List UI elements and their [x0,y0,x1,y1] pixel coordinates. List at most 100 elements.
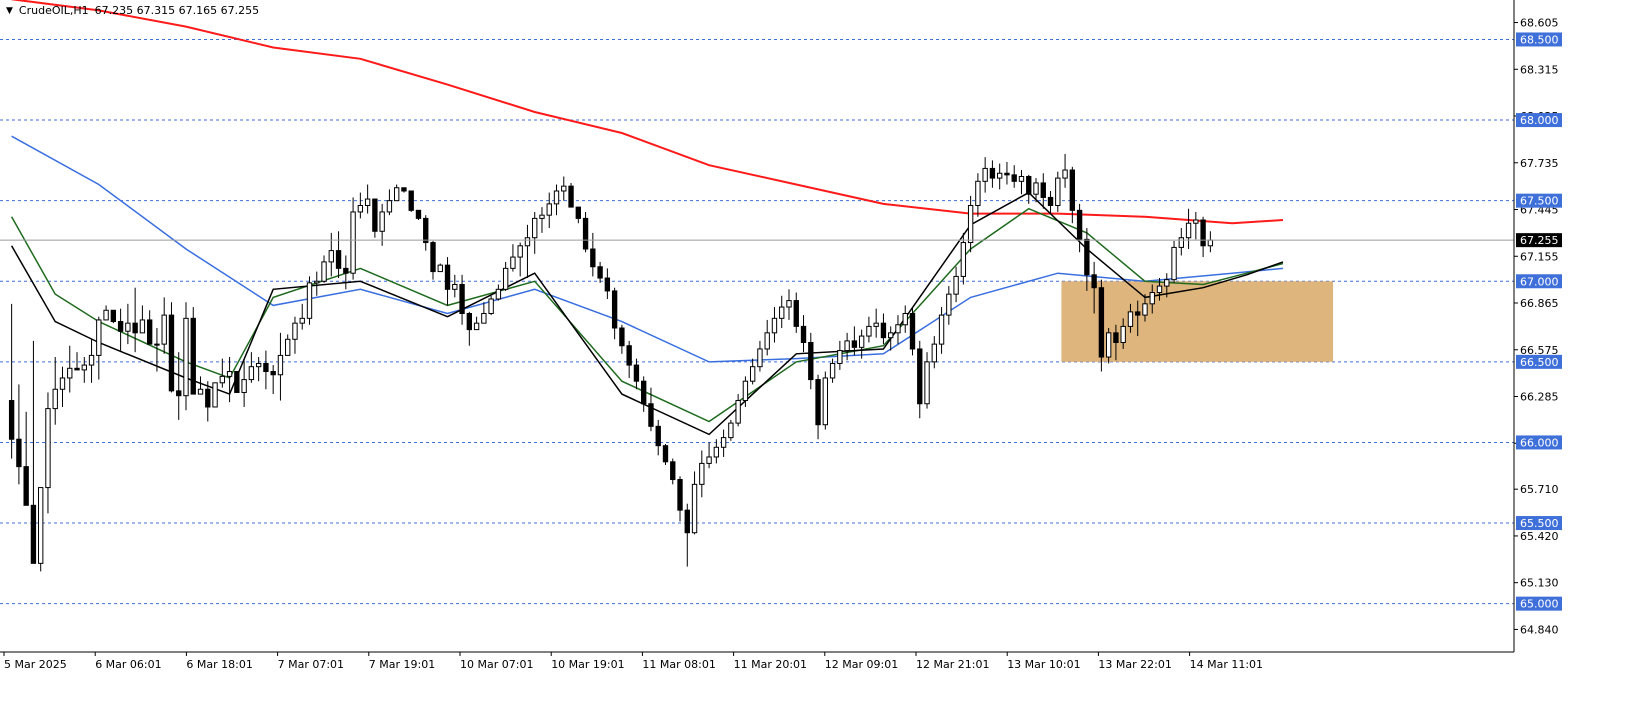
candle-body [52,388,58,410]
candle-body [735,400,741,424]
candle-body [314,280,320,284]
candle-body [321,261,327,282]
time-tick-label: 13 Mar 10:01 [1007,658,1080,671]
candle-body [633,364,640,382]
candle-body [212,382,218,408]
time-tick-label: 5 Mar 2025 [4,658,67,671]
candle-body [1026,175,1032,195]
price-tick-label: 68.315 [1520,63,1559,76]
candle-body [1135,311,1141,316]
price-tick-label: 66.865 [1520,297,1559,310]
candle-body [691,483,698,534]
candle-body [1004,172,1010,176]
candle-body [989,167,996,179]
candle-body [423,217,429,244]
dropdown-triangle-icon[interactable]: ▼ [6,6,13,16]
candle-body [1076,209,1083,240]
candle-body [328,250,334,263]
price-tick-label: 64.840 [1520,623,1559,636]
candle-body [728,422,734,439]
candle-body [873,322,879,327]
candle-body [364,198,371,206]
level-label: 68.500 [1520,33,1559,46]
candle-body [343,267,349,274]
price-chart[interactable]: 68.60568.31568.02567.73567.44567.15566.8… [0,0,1651,708]
candle-body [103,309,109,321]
candle-body [16,438,22,468]
candle-body [481,312,487,324]
candle-body [1011,174,1017,182]
candle-body [190,317,196,395]
candle-body [546,203,552,216]
candle-body [938,314,945,345]
candle-body [866,325,872,337]
time-tick-label: 10 Mar 07:01 [460,658,533,671]
candle-body [292,322,298,340]
candle-body [858,335,865,348]
candle-body [255,362,262,368]
candle-body [1055,177,1061,206]
candle-body [706,456,712,464]
candle-body [1040,182,1046,198]
price-tick-label: 66.285 [1520,391,1559,404]
candle-body [270,371,276,376]
candle-body [299,317,305,324]
candle-body [415,209,422,219]
candle-body [30,504,37,564]
candle-body [982,167,988,182]
candle-body [917,348,923,405]
candle-body [168,314,175,392]
candle-body [117,321,124,332]
candle-body [1062,169,1068,179]
ohlc-readout: 67.235 67.315 67.165 67.255 [94,4,260,17]
candle-body [67,367,73,379]
candle-body [1171,246,1177,281]
chart-header: ▼ CrudeOIL,H1 67.235 67.315 67.165 67.25… [6,4,259,17]
candle-body [946,293,952,316]
candle-body [604,277,611,292]
time-tick-label: 7 Mar 19:01 [369,658,435,671]
time-tick-label: 10 Mar 19:01 [551,658,624,671]
candle-body [386,200,393,213]
candle-body [713,446,720,458]
candle-body [975,180,981,206]
candle-body [590,248,596,268]
candle-body [779,306,785,319]
candle-body [401,187,407,192]
price-tick-label: 68.605 [1520,17,1559,30]
candle-body [829,362,836,379]
candle-body [1164,279,1170,287]
candle-body [45,408,51,489]
candle-body [561,185,567,192]
time-tick-label: 12 Mar 21:01 [916,658,989,671]
candle-body [205,388,211,408]
candle-body [23,466,29,506]
candle-body [1113,332,1119,344]
candle-body [466,312,473,331]
price-tick-label: 67.735 [1520,157,1559,170]
candle-body [641,380,647,405]
candle-body [553,190,560,205]
candle-body [720,437,727,448]
time-tick-label: 11 Mar 20:01 [734,658,807,671]
chart-canvas[interactable]: 68.60568.31568.02567.73567.44567.15566.8… [0,0,1651,708]
candle-body [234,371,240,393]
candle-body [1069,169,1076,211]
level-label: 65.500 [1520,517,1559,530]
candle-body [1142,303,1148,316]
candle-body [764,332,770,350]
candle-body [372,198,378,232]
candle-body [742,380,749,402]
candle-body [125,322,131,332]
candle-body [888,332,894,339]
candle-body [1105,332,1112,358]
candle-body [502,267,509,290]
level-label: 67.000 [1520,275,1559,288]
candle-body [1047,196,1054,206]
candle-body [808,342,814,381]
candle-body [510,256,516,269]
candle-body [226,371,233,377]
candle-body [568,185,574,208]
time-tick-label: 12 Mar 09:01 [825,658,898,671]
candle-body [248,366,255,381]
